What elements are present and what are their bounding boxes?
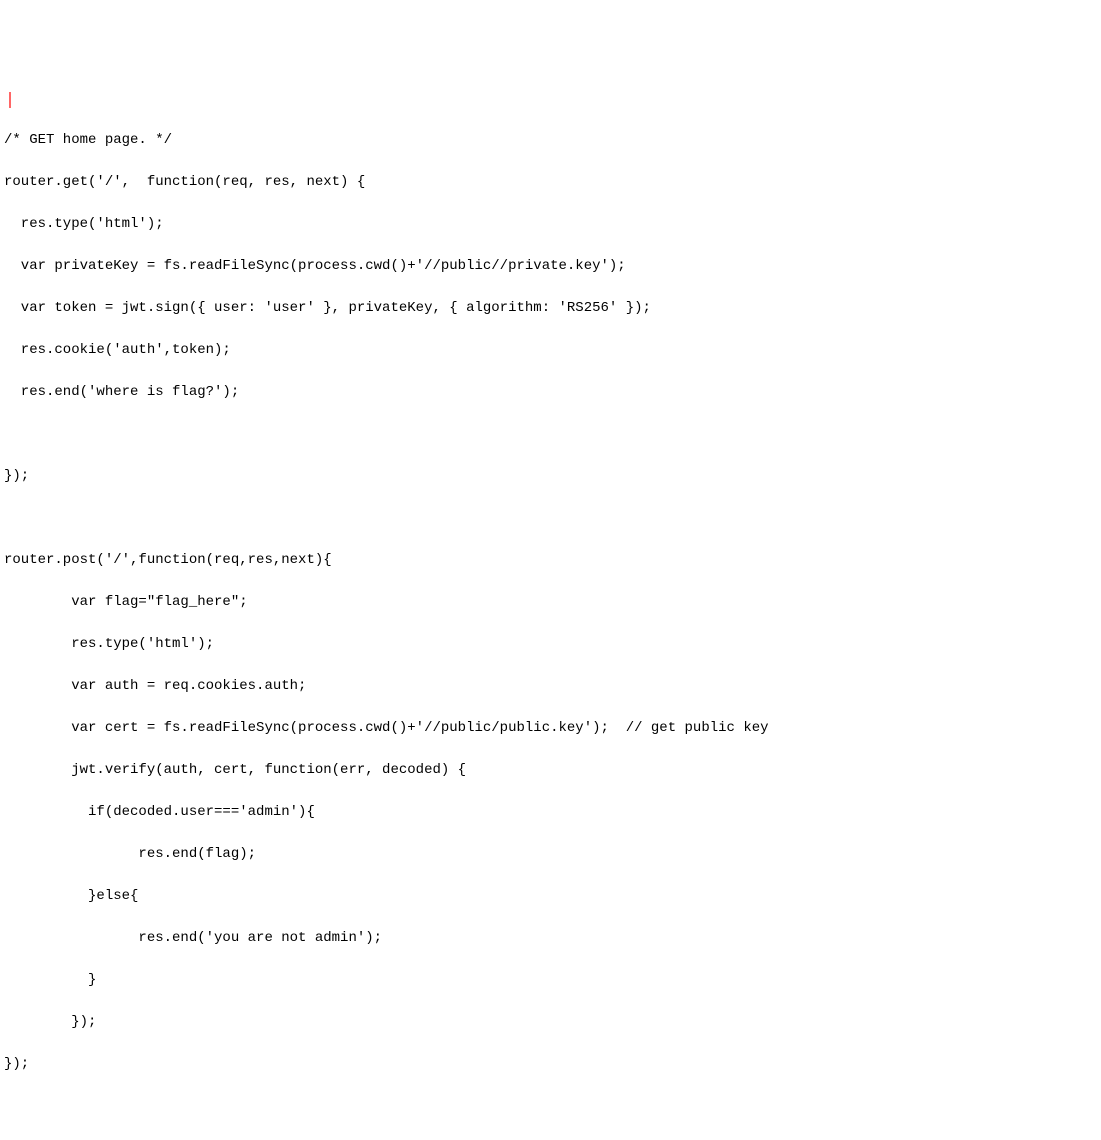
code-line: res.type('html');: [4, 634, 1097, 655]
code-line: [4, 424, 1097, 445]
code-line: router.get('/', function(req, res, next)…: [4, 172, 1097, 193]
code-line: });: [4, 1054, 1097, 1075]
code-line: res.end(flag);: [4, 844, 1097, 865]
code-line: var token = jwt.sign({ user: 'user' }, p…: [4, 298, 1097, 319]
code-line: res.end('where is flag?');: [4, 382, 1097, 403]
text-cursor: [9, 92, 11, 108]
code-line: var auth = req.cookies.auth;: [4, 676, 1097, 697]
code-line: [4, 508, 1097, 529]
code-line: var privateKey = fs.readFileSync(process…: [4, 256, 1097, 277]
code-line: res.cookie('auth',token);: [4, 340, 1097, 361]
code-line: /* GET home page. */: [4, 130, 1097, 151]
code-line: });: [4, 1012, 1097, 1033]
code-line: res.end('you are not admin');: [4, 928, 1097, 949]
code-line: var cert = fs.readFileSync(process.cwd()…: [4, 718, 1097, 739]
code-line: }: [4, 970, 1097, 991]
code-block: /* GET home page. */ router.get('/', fun…: [4, 88, 1097, 1096]
code-line: }else{: [4, 886, 1097, 907]
code-line: res.type('html');: [4, 214, 1097, 235]
code-line: if(decoded.user==='admin'){: [4, 802, 1097, 823]
code-line: var flag="flag_here";: [4, 592, 1097, 613]
code-line: jwt.verify(auth, cert, function(err, dec…: [4, 760, 1097, 781]
code-line: router.post('/',function(req,res,next){: [4, 550, 1097, 571]
code-line: });: [4, 466, 1097, 487]
